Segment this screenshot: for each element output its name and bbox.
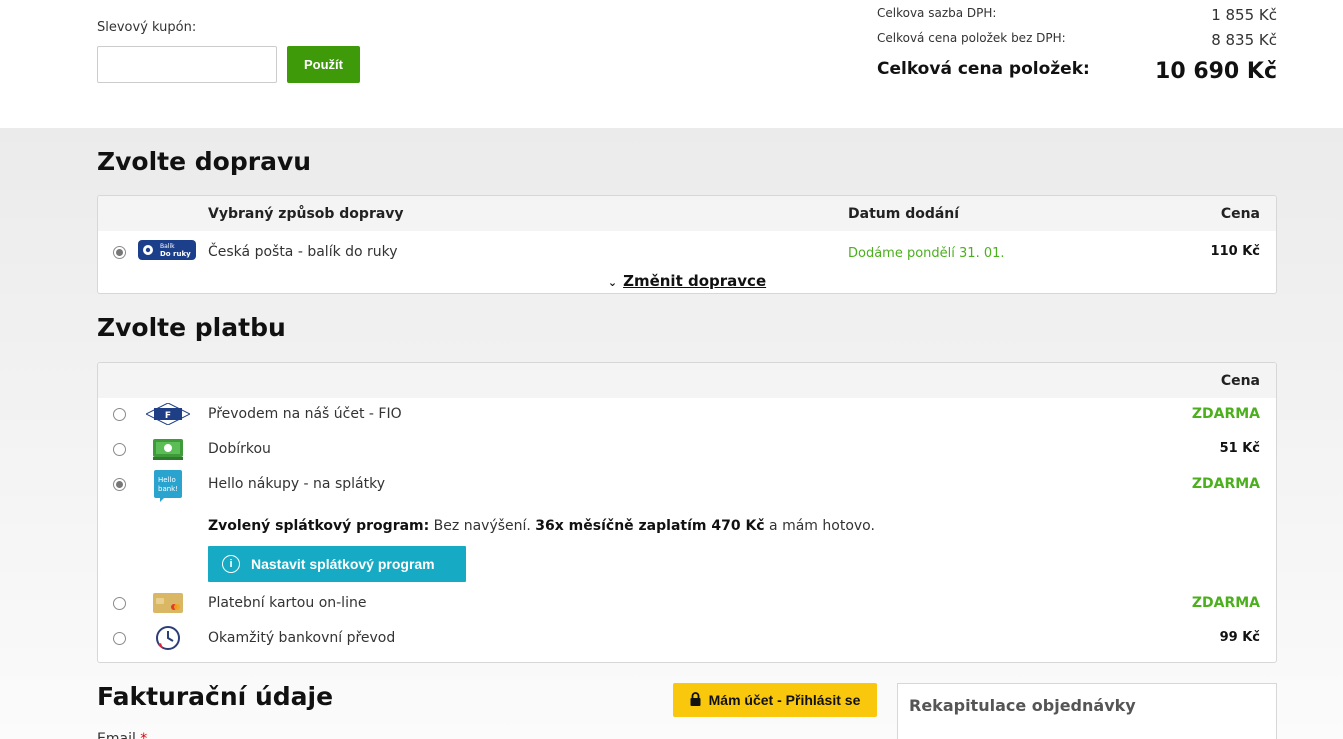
payment-price-header: Cena	[1220, 373, 1260, 389]
change-carrier-link[interactable]: ⌄ Změnit dopravce	[98, 272, 1276, 290]
payment-price-instant: 99 Kč	[1219, 630, 1260, 645]
order-recap-panel: Rekapitulace objednávky	[897, 683, 1277, 739]
net-value: 8 835 Kč	[1211, 31, 1277, 49]
lock-icon	[690, 691, 701, 709]
payment-option-fio[interactable]: F Převodem na náš účet - FIO ZDARMA	[98, 396, 1276, 431]
apply-coupon-button[interactable]: Použít	[287, 46, 360, 83]
payment-price-fio: ZDARMA	[1191, 406, 1260, 422]
vat-value: 1 855 Kč	[1211, 6, 1277, 24]
method-header: Vybraný způsob dopravy	[208, 206, 404, 222]
payment-radio-instant[interactable]	[113, 632, 126, 645]
shipping-radio[interactable]	[113, 246, 126, 259]
coupon-input[interactable]	[97, 46, 277, 83]
installment-label: Zvolený splátkový program:	[208, 518, 430, 534]
net-summary-row: Celková cena položek bez DPH: 8 835 Kč	[877, 31, 1277, 49]
payment-title: Zvolte platbu	[97, 313, 286, 342]
payment-radio-cod[interactable]	[113, 443, 126, 456]
installment-text1: Bez navýšení.	[429, 518, 536, 534]
hello-bank-icon: Hello bank!	[154, 470, 182, 502]
billing-title: Fakturační údaje	[97, 682, 334, 711]
email-label-text: Email	[97, 731, 136, 739]
installment-bold: 36x měsíčně zaplatím 470 Kč	[535, 518, 765, 534]
payment-name-hello: Hello nákupy - na splátky	[208, 476, 385, 492]
set-installment-label: Nastavit splátkový program	[251, 556, 435, 572]
credit-card-icon	[152, 592, 184, 614]
instant-transfer-icon	[155, 625, 181, 651]
change-carrier-label[interactable]: Změnit dopravce	[623, 272, 766, 290]
payment-radio-hello[interactable]	[113, 478, 126, 491]
payment-panel: Cena F Převodem na náš účet - FIO ZDARMA…	[97, 362, 1277, 663]
shipping-method-name: Česká pošta - balík do ruky	[208, 244, 398, 260]
total-value: 10 690 Kč	[1155, 59, 1277, 84]
top-section: Slevový kupón: Použít Celkova sazba DPH:…	[0, 0, 1343, 128]
payment-name-cod: Dobírkou	[208, 441, 271, 457]
shipping-title: Zvolte dopravu	[97, 147, 312, 176]
email-label: Email *	[97, 731, 147, 739]
logo-line1: Balík	[160, 243, 175, 250]
payment-radio-card[interactable]	[113, 597, 126, 610]
payment-name-fio: Převodem na náš účet - FIO	[208, 406, 402, 422]
payment-option-card[interactable]: Platební kartou on-line ZDARMA	[98, 585, 1276, 620]
price-header: Cena	[1220, 206, 1260, 222]
payment-price-hello: ZDARMA	[1191, 476, 1260, 492]
required-mark: *	[140, 731, 148, 739]
svg-text:bank!: bank!	[158, 485, 178, 493]
set-installment-button[interactable]: i Nastavit splátkový program	[208, 546, 466, 582]
shipping-panel: Vybraný způsob dopravy Datum dodání Cena…	[97, 195, 1277, 294]
installment-text2: a mám hotovo.	[764, 518, 875, 534]
payment-radio-fio[interactable]	[113, 408, 126, 421]
coupon-label: Slevový kupón:	[97, 20, 197, 35]
payment-table-header: Cena	[98, 363, 1276, 398]
date-header: Datum dodání	[848, 206, 960, 222]
login-button[interactable]: Mám účet - Přihlásit se	[673, 683, 877, 717]
login-label: Mám účet - Přihlásit se	[708, 692, 861, 708]
payment-option-instant[interactable]: Okamžitý bankovní převod 99 Kč	[98, 620, 1276, 655]
svg-text:F: F	[165, 411, 171, 421]
payment-name-instant: Okamžitý bankovní převod	[208, 630, 396, 646]
shipping-table-header: Vybraný způsob dopravy Datum dodání Cena	[98, 196, 1276, 231]
total-summary-row: Celková cena položek: 10 690 Kč	[877, 59, 1277, 84]
delivery-date: Dodáme pondělí 31. 01.	[848, 246, 1005, 261]
cash-icon	[152, 437, 184, 461]
svg-text:Hello: Hello	[158, 476, 176, 484]
payment-price-cod: 51 Kč	[1219, 441, 1260, 456]
shipping-price: 110 Kč	[1210, 244, 1260, 259]
logo-line2: Do ruky	[160, 250, 191, 258]
payment-option-cod[interactable]: Dobírkou 51 Kč	[98, 431, 1276, 466]
shipping-option-row[interactable]: Balík Do ruky Česká pošta - balík do ruk…	[98, 234, 1276, 269]
installment-summary: Zvolený splátkový program: Bez navýšení.…	[208, 518, 875, 534]
order-recap-title: Rekapitulace objednávky	[909, 696, 1136, 715]
info-icon: i	[222, 555, 240, 573]
chevron-down-icon: ⌄	[607, 276, 618, 289]
fio-logo-icon: F	[144, 402, 192, 426]
ceska-posta-logo-icon: Balík Do ruky	[138, 239, 196, 261]
payment-option-hello[interactable]: Hello bank! Hello nákupy - na splátky ZD…	[98, 466, 1276, 502]
net-label: Celková cena položek bez DPH:	[877, 31, 1066, 45]
vat-summary-row: Celkova sazba DPH: 1 855 Kč	[877, 6, 1277, 24]
payment-name-card: Platební kartou on-line	[208, 595, 367, 611]
vat-label: Celkova sazba DPH:	[877, 6, 997, 20]
payment-price-card: ZDARMA	[1191, 595, 1260, 611]
total-label: Celková cena položek:	[877, 59, 1090, 79]
